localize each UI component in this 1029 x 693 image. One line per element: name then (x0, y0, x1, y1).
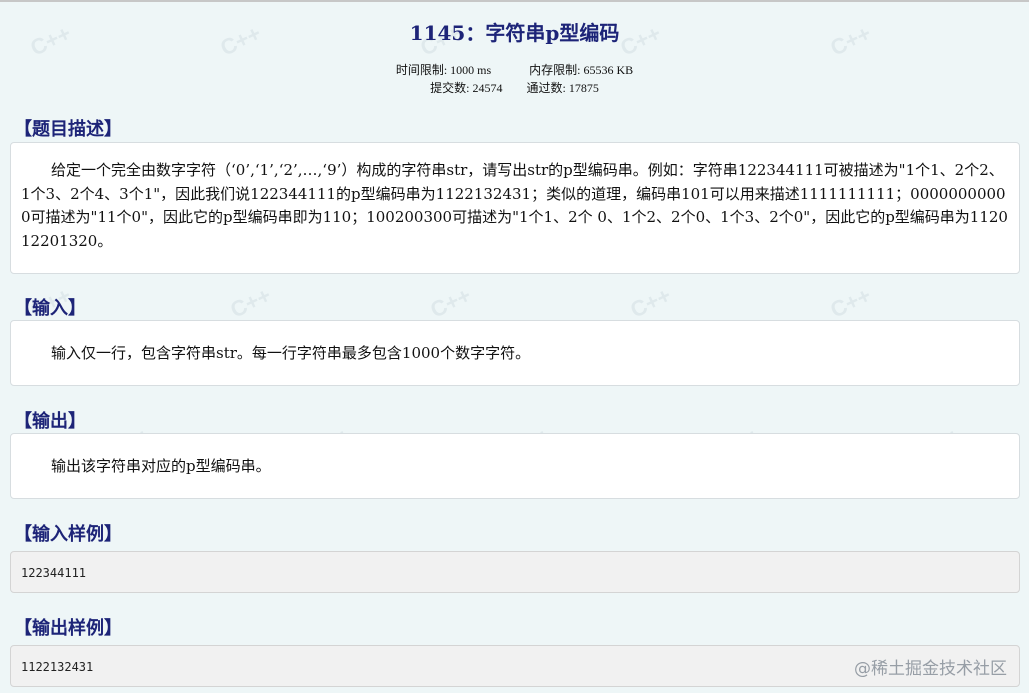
input-panel: 输入仅一行，包含字符串str。每一行字符串最多包含1000个数字字符。 (10, 320, 1020, 386)
sample-input-heading: 【输入样例】 (14, 524, 122, 545)
sample-output-heading: 【输出样例】 (14, 618, 122, 639)
memory-limit: 内存限制: 65536 KB (529, 63, 634, 77)
output-panel: 输出该字符串对应的p型编码串。 (10, 433, 1020, 499)
description-heading: 【题目描述】 (14, 119, 122, 140)
limits-row: 时间限制: 1000 ms 内存限制: 65536 KB (0, 61, 1029, 78)
description-panel: 给定一个完全由数字字符（‘0’,‘1’,‘2’,…,‘9’）构成的字符串str，… (10, 142, 1020, 274)
output-heading: 【输出】 (14, 411, 86, 432)
problem-title: 1145：字符串p型编码 (409, 21, 620, 45)
submission-count: 提交数: 24574 (430, 81, 503, 95)
top-divider (0, 0, 1029, 2)
input-heading: 【输入】 (14, 298, 86, 319)
time-limit: 时间限制: 1000 ms (395, 63, 492, 77)
brand-watermark: @稀土掘金技术社区 (854, 659, 1007, 679)
input-text: 输入仅一行，包含字符串str。每一行字符串最多包含1000个数字字符。 (51, 344, 531, 362)
stats-row: 提交数: 24574 通过数: 17875 (0, 79, 1029, 96)
sample-input-box[interactable]: 122344111 (10, 551, 1020, 593)
accepted-count: 通过数: 17875 (526, 81, 599, 95)
description-text: 给定一个完全由数字字符（‘0’,‘1’,‘2’,…,‘9’）构成的字符串str，… (21, 161, 1008, 250)
output-text: 输出该字符串对应的p型编码串。 (51, 457, 271, 475)
